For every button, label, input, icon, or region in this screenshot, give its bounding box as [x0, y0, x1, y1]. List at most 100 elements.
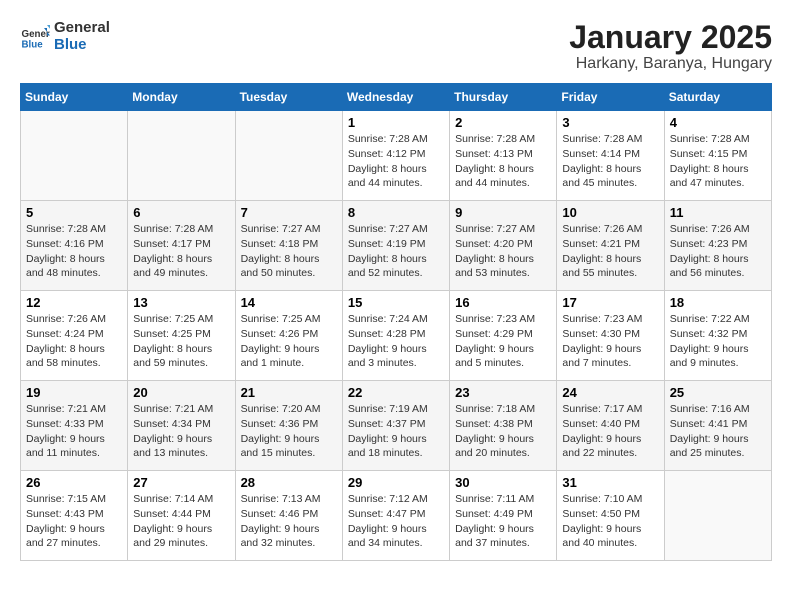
day-info: Sunrise: 7:27 AMSunset: 4:18 PMDaylight:… [241, 222, 337, 281]
day-info: Sunrise: 7:16 AMSunset: 4:41 PMDaylight:… [670, 402, 766, 461]
day-cell: 11Sunrise: 7:26 AMSunset: 4:23 PMDayligh… [664, 201, 771, 291]
day-cell: 26 Sunrise: 7:15 AMSunset: 4:43 PMDayligh… [21, 471, 128, 561]
day-info: Sunrise: 7:12 AMSunset: 4:47 PMDaylight:… [348, 492, 444, 551]
day-cell: 2 Sunrise: 7:28 AMSunset: 4:13 PMDaylight… [450, 111, 557, 201]
day-info: Sunrise: 7:19 AMSunset: 4:37 PMDaylight:… [348, 402, 444, 461]
day-number: 1 [348, 115, 444, 130]
day-cell: 24 Sunrise: 7:17 AMSunset: 4:40 PMDayligh… [557, 381, 664, 471]
day-cell: 27 Sunrise: 7:14 AMSunset: 4:44 PMDayligh… [128, 471, 235, 561]
calendar-header-row: SundayMondayTuesdayWednesdayThursdayFrid… [21, 84, 772, 111]
day-cell: 23 Sunrise: 7:18 AMSunset: 4:38 PMDayligh… [450, 381, 557, 471]
day-info: Sunrise: 7:20 AMSunset: 4:36 PMDaylight:… [241, 402, 337, 461]
day-info: Sunrise: 7:10 AMSunset: 4:50 PMDaylight:… [562, 492, 658, 551]
day-cell: 7 Sunrise: 7:27 AMSunset: 4:18 PMDaylight… [235, 201, 342, 291]
header-monday: Monday [128, 84, 235, 111]
day-number: 23 [455, 385, 551, 400]
day-number: 18 [670, 295, 766, 310]
day-number: 7 [241, 205, 337, 220]
day-cell: 20 Sunrise: 7:21 AMSunset: 4:34 PMDayligh… [128, 381, 235, 471]
header-thursday: Thursday [450, 84, 557, 111]
day-number: 15 [348, 295, 444, 310]
week-row-2: 5 Sunrise: 7:28 AMSunset: 4:16 PMDaylight… [21, 201, 772, 291]
week-row-5: 26 Sunrise: 7:15 AMSunset: 4:43 PMDayligh… [21, 471, 772, 561]
day-info: Sunrise: 7:28 AMSunset: 4:17 PMDaylight:… [133, 222, 229, 281]
day-number: 20 [133, 385, 229, 400]
day-info: Sunrise: 7:27 AMSunset: 4:20 PMDaylight:… [455, 222, 551, 281]
day-info: Sunrise: 7:25 AMSunset: 4:26 PMDaylight:… [241, 312, 337, 371]
day-cell: 30Sunrise: 7:11 AMSunset: 4:49 PMDayligh… [450, 471, 557, 561]
day-number: 10 [562, 205, 658, 220]
day-number: 21 [241, 385, 337, 400]
day-number: 16 [455, 295, 551, 310]
day-number: 6 [133, 205, 229, 220]
header-friday: Friday [557, 84, 664, 111]
day-info: Sunrise: 7:28 AMSunset: 4:15 PMDaylight:… [670, 132, 766, 191]
header-sunday: Sunday [21, 84, 128, 111]
day-cell: 29 Sunrise: 7:12 AMSunset: 4:47 PMDayligh… [342, 471, 449, 561]
day-info: Sunrise: 7:14 AMSunset: 4:44 PMDaylight:… [133, 492, 229, 551]
day-info: Sunrise: 7:28 AMSunset: 4:16 PMDaylight:… [26, 222, 122, 281]
week-row-4: 19Sunrise: 7:21 AMSunset: 4:33 PMDayligh… [21, 381, 772, 471]
day-info: Sunrise: 7:28 AMSunset: 4:12 PMDaylight:… [348, 132, 444, 191]
day-cell [21, 111, 128, 201]
logo-line2: Blue [54, 37, 110, 54]
day-cell: 3Sunrise: 7:28 AMSunset: 4:14 PMDaylight… [557, 111, 664, 201]
day-cell: 16Sunrise: 7:23 AMSunset: 4:29 PMDayligh… [450, 291, 557, 381]
day-cell: 22 Sunrise: 7:19 AMSunset: 4:37 PMDayligh… [342, 381, 449, 471]
day-info: Sunrise: 7:13 AMSunset: 4:46 PMDaylight:… [241, 492, 337, 551]
day-info: Sunrise: 7:26 AMSunset: 4:24 PMDaylight:… [26, 312, 122, 371]
title-block: January 2025 Harkany, Baranya, Hungary [569, 20, 772, 73]
day-info: Sunrise: 7:21 AMSunset: 4:34 PMDaylight:… [133, 402, 229, 461]
day-cell [235, 111, 342, 201]
day-cell: 1 Sunrise: 7:28 AMSunset: 4:12 PMDaylight… [342, 111, 449, 201]
day-cell: 6 Sunrise: 7:28 AMSunset: 4:17 PMDaylight… [128, 201, 235, 291]
day-number: 5 [26, 205, 122, 220]
day-cell: 14Sunrise: 7:25 AMSunset: 4:26 PMDayligh… [235, 291, 342, 381]
day-cell [664, 471, 771, 561]
day-cell: 19Sunrise: 7:21 AMSunset: 4:33 PMDayligh… [21, 381, 128, 471]
day-info: Sunrise: 7:28 AMSunset: 4:13 PMDaylight:… [455, 132, 551, 191]
day-cell: 4 Sunrise: 7:28 AMSunset: 4:15 PMDaylight… [664, 111, 771, 201]
svg-text:Blue: Blue [22, 39, 44, 50]
day-cell: 31Sunrise: 7:10 AMSunset: 4:50 PMDayligh… [557, 471, 664, 561]
day-info: Sunrise: 7:17 AMSunset: 4:40 PMDaylight:… [562, 402, 658, 461]
day-info: Sunrise: 7:22 AMSunset: 4:32 PMDaylight:… [670, 312, 766, 371]
day-info: Sunrise: 7:23 AMSunset: 4:30 PMDaylight:… [562, 312, 658, 371]
day-info: Sunrise: 7:24 AMSunset: 4:28 PMDaylight:… [348, 312, 444, 371]
day-info: Sunrise: 7:18 AMSunset: 4:38 PMDaylight:… [455, 402, 551, 461]
day-number: 24 [562, 385, 658, 400]
day-info: Sunrise: 7:25 AMSunset: 4:25 PMDaylight:… [133, 312, 229, 371]
logo-line1: General [54, 20, 110, 37]
day-number: 26 [26, 475, 122, 490]
day-number: 25 [670, 385, 766, 400]
day-number: 29 [348, 475, 444, 490]
header-saturday: Saturday [664, 84, 771, 111]
day-number: 30 [455, 475, 551, 490]
day-cell: 5 Sunrise: 7:28 AMSunset: 4:16 PMDaylight… [21, 201, 128, 291]
calendar-table: SundayMondayTuesdayWednesdayThursdayFrid… [20, 83, 772, 561]
day-number: 8 [348, 205, 444, 220]
logo: General Blue General Blue [20, 20, 110, 53]
day-number: 2 [455, 115, 551, 130]
day-cell: 10Sunrise: 7:26 AMSunset: 4:21 PMDayligh… [557, 201, 664, 291]
day-cell: 12 Sunrise: 7:26 AMSunset: 4:24 PMDayligh… [21, 291, 128, 381]
day-cell [128, 111, 235, 201]
calendar-subtitle: Harkany, Baranya, Hungary [569, 55, 772, 73]
day-number: 22 [348, 385, 444, 400]
header-tuesday: Tuesday [235, 84, 342, 111]
day-number: 27 [133, 475, 229, 490]
day-info: Sunrise: 7:21 AMSunset: 4:33 PMDaylight:… [26, 402, 122, 461]
day-info: Sunrise: 7:15 AMSunset: 4:43 PMDaylight:… [26, 492, 122, 551]
day-cell: 25 Sunrise: 7:16 AMSunset: 4:41 PMDayligh… [664, 381, 771, 471]
day-number: 9 [455, 205, 551, 220]
page-header: General Blue General Blue January 2025 H… [20, 20, 772, 73]
day-number: 13 [133, 295, 229, 310]
day-cell: 28Sunrise: 7:13 AMSunset: 4:46 PMDayligh… [235, 471, 342, 561]
day-cell: 17Sunrise: 7:23 AMSunset: 4:30 PMDayligh… [557, 291, 664, 381]
header-wednesday: Wednesday [342, 84, 449, 111]
day-number: 3 [562, 115, 658, 130]
day-number: 4 [670, 115, 766, 130]
day-number: 12 [26, 295, 122, 310]
day-cell: 18 Sunrise: 7:22 AMSunset: 4:32 PMDayligh… [664, 291, 771, 381]
logo-icon: General Blue [20, 22, 50, 52]
